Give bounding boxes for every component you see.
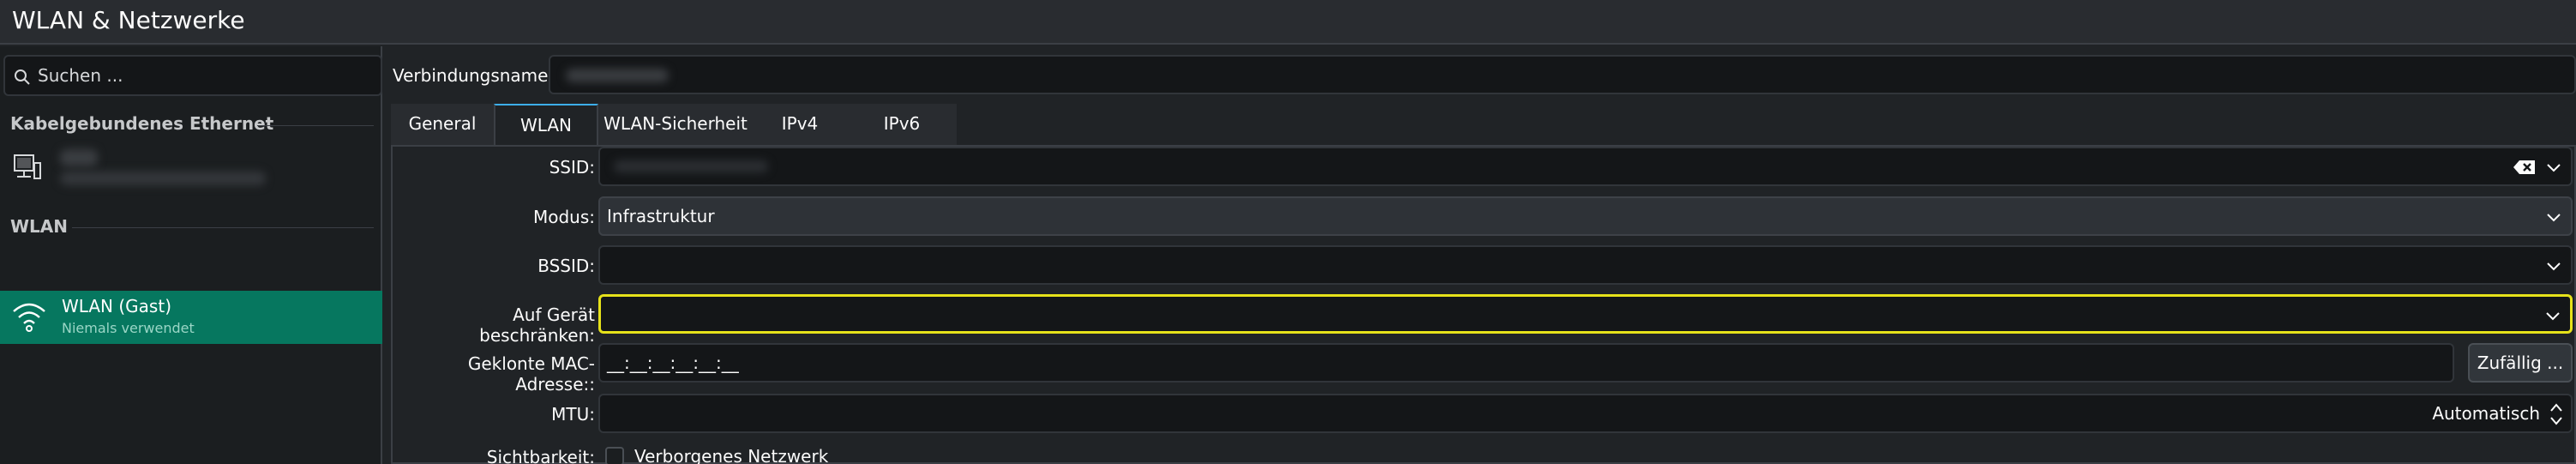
ssid-label: SSID: bbox=[549, 157, 595, 178]
search-placeholder: Suchen ... bbox=[38, 65, 123, 86]
bssid-label: BSSID: bbox=[537, 256, 595, 276]
mode-select[interactable]: Infrastruktur bbox=[598, 196, 2573, 236]
mtu-value: Automatisch bbox=[2432, 403, 2540, 424]
section-header-ethernet: Kabelgebundenes Ethernet bbox=[10, 113, 274, 134]
mtu-label: MTU: bbox=[551, 404, 595, 425]
connection-name-label: Verbindungsname: bbox=[393, 65, 555, 86]
tab-bar: General WLAN WLAN-Sicherheit IPv4 IPv6 bbox=[391, 104, 2576, 145]
ssid-combobox[interactable] bbox=[598, 147, 2573, 186]
tab-ipv6[interactable]: IPv6 bbox=[847, 104, 957, 145]
list-item-ethernet[interactable] bbox=[0, 142, 382, 194]
search-icon bbox=[15, 69, 30, 85]
chevron-down-icon[interactable] bbox=[2545, 257, 2562, 274]
tab-wlan[interactable]: WLAN bbox=[494, 104, 598, 145]
cloned-mac-label: Geklonte MAC-Adresse:: bbox=[467, 353, 595, 395]
tab-ipv4[interactable]: IPv4 bbox=[753, 104, 847, 145]
redacted-ssid bbox=[614, 160, 768, 172]
restrict-device-combobox[interactable] bbox=[598, 294, 2573, 334]
clear-icon[interactable] bbox=[2513, 159, 2537, 176]
hidden-network-label: Verborgenes Netzwerk bbox=[634, 446, 829, 464]
random-mac-button[interactable]: Zufällig ... bbox=[2468, 343, 2573, 383]
mtu-spinbox[interactable]: Automatisch bbox=[598, 394, 2573, 433]
window-title: WLAN & Netzwerke bbox=[12, 6, 245, 34]
mode-value: Infrastruktur bbox=[607, 206, 715, 226]
connections-sidebar: Suchen ... Kabelgebundenes Ethernet WLAN… bbox=[0, 46, 382, 464]
wired-network-icon bbox=[14, 154, 41, 179]
bssid-combobox[interactable] bbox=[598, 245, 2573, 285]
chevron-down-icon bbox=[2547, 214, 2561, 222]
chevron-down-icon[interactable] bbox=[2545, 159, 2562, 176]
visibility-label: Sichtbarkeit: bbox=[486, 447, 595, 464]
section-divider bbox=[72, 227, 374, 228]
redacted-name bbox=[60, 149, 98, 166]
redacted-connection-name bbox=[566, 69, 669, 82]
wifi-item-status: Niemals verwendet bbox=[62, 320, 195, 336]
connection-editor: Verbindungsname: General WLAN WLAN-Siche… bbox=[384, 46, 2576, 464]
wlan-settings-panel: SSID: Modus: Infrastruktur BSSID: Auf Ge… bbox=[391, 145, 2576, 464]
cloned-mac-input[interactable]: __:__:__:__:__:__ bbox=[598, 343, 2454, 383]
chevron-down-icon[interactable] bbox=[2544, 307, 2561, 324]
mac-value: __:__:__:__:__:__ bbox=[607, 353, 739, 373]
spin-arrows-icon[interactable] bbox=[2549, 401, 2564, 428]
redacted-status bbox=[60, 172, 266, 185]
tab-wlan-security[interactable]: WLAN-Sicherheit bbox=[598, 104, 753, 145]
mode-label: Modus: bbox=[532, 207, 595, 227]
search-input[interactable]: Suchen ... bbox=[3, 55, 382, 96]
wifi-item-name: WLAN (Gast) bbox=[62, 296, 171, 316]
window-titlebar: WLAN & Netzwerke bbox=[0, 0, 2576, 45]
list-item-wifi-guest[interactable]: WLAN (Gast) Niemals verwendet bbox=[0, 291, 382, 344]
wifi-icon bbox=[13, 303, 45, 332]
hidden-network-checkbox[interactable] bbox=[605, 447, 624, 464]
section-header-wlan: WLAN bbox=[10, 216, 69, 237]
tab-general[interactable]: General bbox=[391, 104, 494, 145]
connection-name-input[interactable] bbox=[549, 55, 2576, 94]
section-divider bbox=[257, 125, 374, 126]
restrict-device-label: Auf Gerät beschränken: bbox=[479, 304, 595, 346]
